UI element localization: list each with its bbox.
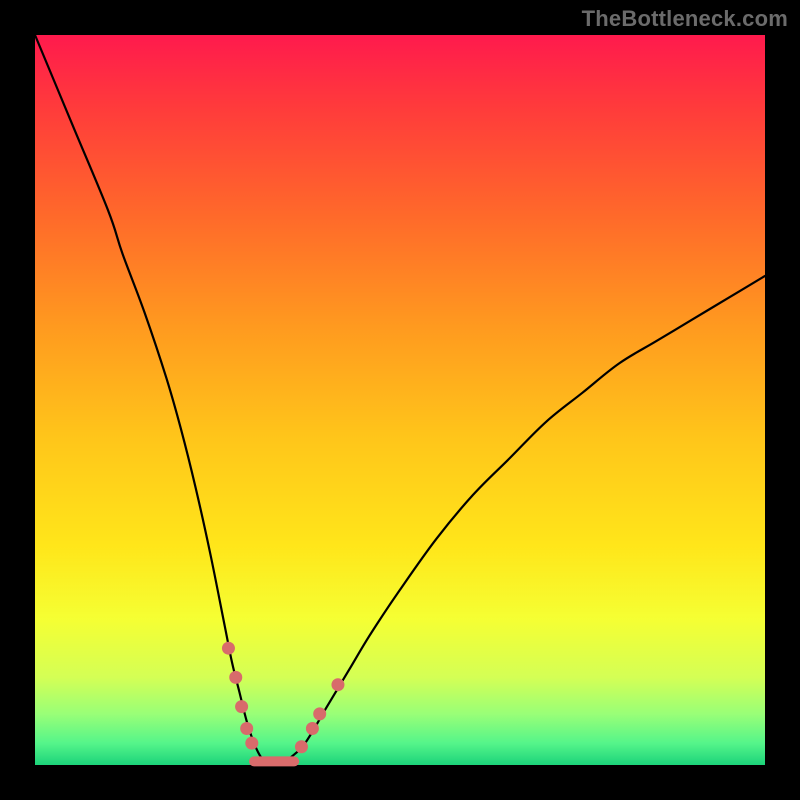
watermark-text: TheBottleneck.com (582, 6, 788, 32)
curve-marker (229, 671, 242, 684)
curve-marker (245, 737, 258, 750)
curve-marker (331, 678, 344, 691)
curve-marker (222, 642, 235, 655)
curve-marker (240, 722, 253, 735)
curve-marker (295, 740, 308, 753)
curve-marker (313, 707, 326, 720)
curve-marker (235, 700, 248, 713)
curve-marker (306, 722, 319, 735)
bottleneck-curve (35, 35, 765, 766)
chart-svg (35, 35, 765, 765)
chart-frame: TheBottleneck.com (0, 0, 800, 800)
plot-area (35, 35, 765, 765)
